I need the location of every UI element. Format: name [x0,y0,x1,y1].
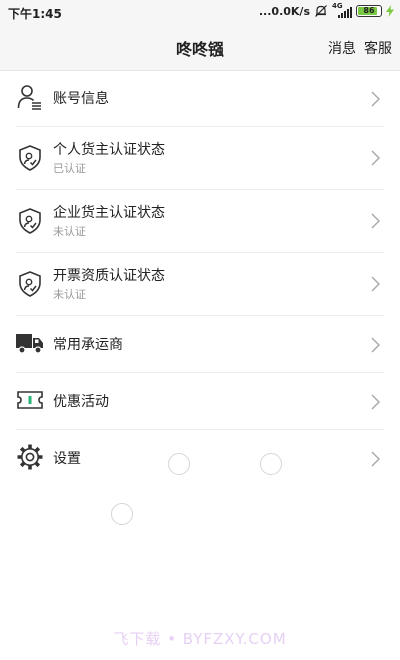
battery-level: 86 [363,6,375,15]
menu-item-settings[interactable]: 设置 [0,430,400,487]
verification-status: 未认证 [53,288,86,301]
decorative-ring [111,503,133,525]
menu-label: 个人货主认证状态 [53,142,165,158]
chevron-right-icon [371,451,380,467]
app-header: 咚咚镪 消息 客服 [0,24,400,71]
status-bar: 下午1:45 ...0.0K/s 4G 86 [0,0,400,24]
chevron-right-icon [371,394,380,410]
menu-item-invoice-qualification-verification[interactable]: 开票资质认证状态 未认证 [0,253,400,316]
ticket-icon [17,391,43,409]
battery-icon: 86 [356,5,382,17]
signal-icon: 4G [332,2,352,18]
chevron-right-icon [371,276,380,292]
verification-status: 未认证 [53,225,86,238]
menu-label: 开票资质认证状态 [53,268,165,284]
menu-label: 企业货主认证状态 [53,205,165,221]
gear-icon [17,444,43,470]
menu-label: 账号信息 [53,91,109,107]
chevron-right-icon [371,337,380,353]
menu-label: 常用承运商 [53,337,123,353]
menu-item-promotions[interactable]: 优惠活动 [0,373,400,430]
menu-label: 优惠活动 [53,394,109,410]
chevron-right-icon [371,213,380,229]
menu-list: 账号信息 个人货主认证状态 已认证 企业货主认证状态 未认证 开票资质认证状态 … [0,71,400,487]
status-indicators: ...0.0K/s 4G 86 [258,2,394,18]
charging-icon [386,5,394,17]
shield-icon [19,271,41,297]
truck-icon [16,334,43,354]
chevron-right-icon [371,150,380,166]
shield-icon [19,145,41,171]
shield-icon [19,208,41,234]
menu-item-account-info[interactable]: 账号信息 [0,71,400,127]
mute-icon [315,5,327,17]
menu-item-frequent-carriers[interactable]: 常用承运商 [0,316,400,373]
chevron-right-icon [371,91,380,107]
network-speed: ...0.0K/s [258,4,310,18]
customer-service-button[interactable]: 客服 [364,38,392,58]
menu-item-personal-shipper-verification[interactable]: 个人货主认证状态 已认证 [0,127,400,190]
status-time: 下午1:45 [8,7,62,21]
verification-status: 已认证 [53,162,86,175]
messages-button[interactable]: 消息 [328,38,356,58]
watermark: 飞下载 • BYFZXY.COM [113,630,287,648]
decorative-ring [168,453,190,475]
menu-label: 设置 [53,451,81,467]
decorative-ring [260,453,282,475]
menu-item-enterprise-shipper-verification[interactable]: 企业货主认证状态 未认证 [0,190,400,253]
user-icon [17,85,41,110]
